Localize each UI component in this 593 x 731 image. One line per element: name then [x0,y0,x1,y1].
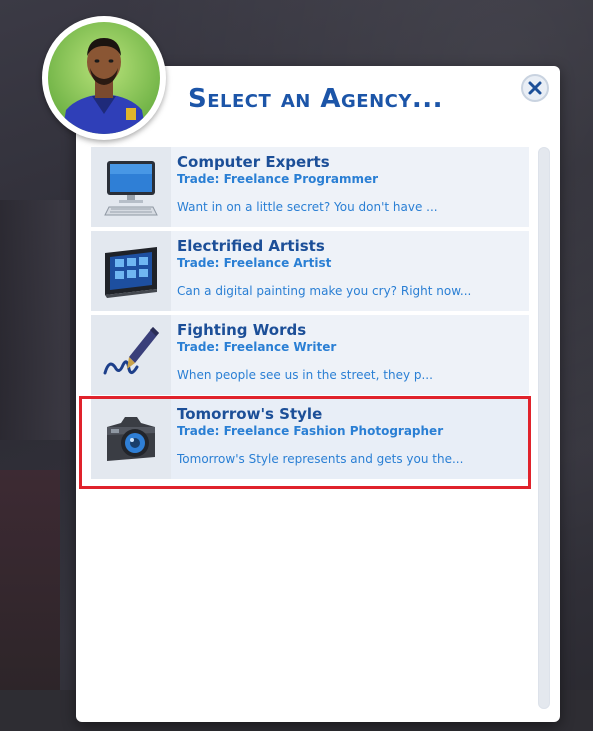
agency-row-computer-experts[interactable]: Computer Experts Trade: Freelance Progra… [91,147,529,227]
dialog-title: Select an Agency... [188,84,444,114]
computer-monitor-icon [104,161,158,216]
agency-trade: Trade: Freelance Programmer [177,172,379,186]
scrollbar-thumb[interactable] [538,147,550,709]
drawing-tablet-icon [105,247,157,298]
agency-description: When people see us in the street, they p… [177,368,433,382]
camera-icon [107,417,155,461]
background-shelf [0,200,70,440]
agency-description: Can a digital painting make you cry? Rig… [177,284,472,298]
agency-name: Fighting Words [177,321,307,339]
agency-trade: Trade: Freelance Writer [177,340,337,354]
list-scrollbar[interactable] [538,147,550,709]
agency-name: Electrified Artists [177,237,325,255]
agency-row-electrified-artists[interactable]: Electrified Artists Trade: Freelance Art… [91,231,529,311]
agency-row-fighting-words[interactable]: Fighting Words Trade: Freelance Writer W… [91,315,529,395]
fountain-pen-icon [103,327,159,375]
close-button[interactable] [521,74,549,102]
agency-name: Tomorrow's Style [177,405,323,423]
agency-trade: Trade: Freelance Fashion Photographer [177,424,444,438]
agency-list: Computer Experts Trade: Freelance Progra… [91,147,529,483]
agency-name: Computer Experts [177,153,330,171]
agency-thumb [91,315,171,395]
sim-portrait-icon [48,22,160,134]
close-icon [528,81,542,95]
agency-description: Tomorrow's Style represents and gets you… [177,452,464,466]
sim-avatar [42,16,166,140]
agency-thumb [91,231,171,311]
agency-row-tomorrows-style[interactable]: Tomorrow's Style Trade: Freelance Fashio… [91,399,529,479]
agency-thumb [91,399,171,479]
agency-thumb [91,147,171,227]
agency-trade: Trade: Freelance Artist [177,256,332,270]
background-chair [0,470,60,690]
agency-description: Want in on a little secret? You don't ha… [177,200,438,214]
